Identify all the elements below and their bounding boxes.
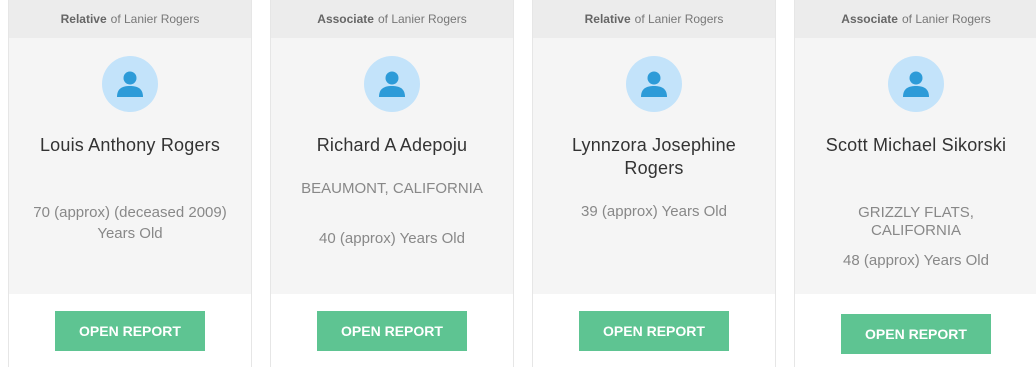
- avatar: [626, 56, 682, 112]
- relation-of-text: of Lanier Rogers: [377, 12, 467, 26]
- person-icon: [117, 71, 143, 97]
- person-icon: [641, 71, 667, 97]
- card-header: Relative of Lanier Rogers: [533, 0, 775, 38]
- person-icon: [903, 71, 929, 97]
- person-name: Lynnzora Josephine Rogers: [571, 135, 737, 178]
- card-header: Associate of Lanier Rogers: [271, 0, 513, 38]
- avatar: [364, 56, 420, 112]
- relation-label: Associate: [317, 12, 374, 26]
- person-name: Richard A Adepoju: [316, 135, 468, 155]
- avatar: [102, 56, 158, 112]
- person-icon: [379, 71, 405, 97]
- person-location: GRIZZLY FLATS, CALIFORNIA: [858, 204, 974, 239]
- relation-of-text: of Lanier Rogers: [110, 12, 200, 26]
- relation-label: Relative: [60, 12, 107, 26]
- person-card: Associate of Lanier Rogers Scott Michael…: [794, 0, 1036, 367]
- person-location: BEAUMONT, CALIFORNIA: [301, 180, 483, 197]
- person-age: 40 (approx) Years Old: [319, 230, 465, 247]
- person-age: 70 (approx) (deceased 2009) Years Old: [33, 204, 227, 242]
- relation-label: Associate: [841, 12, 898, 26]
- open-report-button[interactable]: OPEN REPORT: [841, 314, 991, 354]
- person-age: 39 (approx) Years Old: [581, 203, 727, 220]
- relation-label: Relative: [584, 12, 631, 26]
- avatar: [888, 56, 944, 112]
- person-card: Relative of Lanier Rogers Lynnzora Josep…: [532, 0, 776, 367]
- person-name: Louis Anthony Rogers: [39, 135, 221, 155]
- person-name: Scott Michael Sikorski: [825, 135, 1007, 155]
- person-card: Associate of Lanier Rogers Richard A Ade…: [270, 0, 514, 367]
- card-header: Relative of Lanier Rogers: [9, 0, 251, 38]
- relation-of-text: of Lanier Rogers: [634, 12, 724, 26]
- open-report-button[interactable]: OPEN REPORT: [579, 311, 729, 351]
- person-age: 48 (approx) Years Old: [843, 252, 989, 269]
- card-header: Associate of Lanier Rogers: [795, 0, 1036, 38]
- open-report-button[interactable]: OPEN REPORT: [55, 311, 205, 351]
- person-card: Relative of Lanier Rogers Louis Anthony …: [8, 0, 252, 367]
- open-report-button[interactable]: OPEN REPORT: [317, 311, 467, 351]
- relation-of-text: of Lanier Rogers: [901, 12, 991, 26]
